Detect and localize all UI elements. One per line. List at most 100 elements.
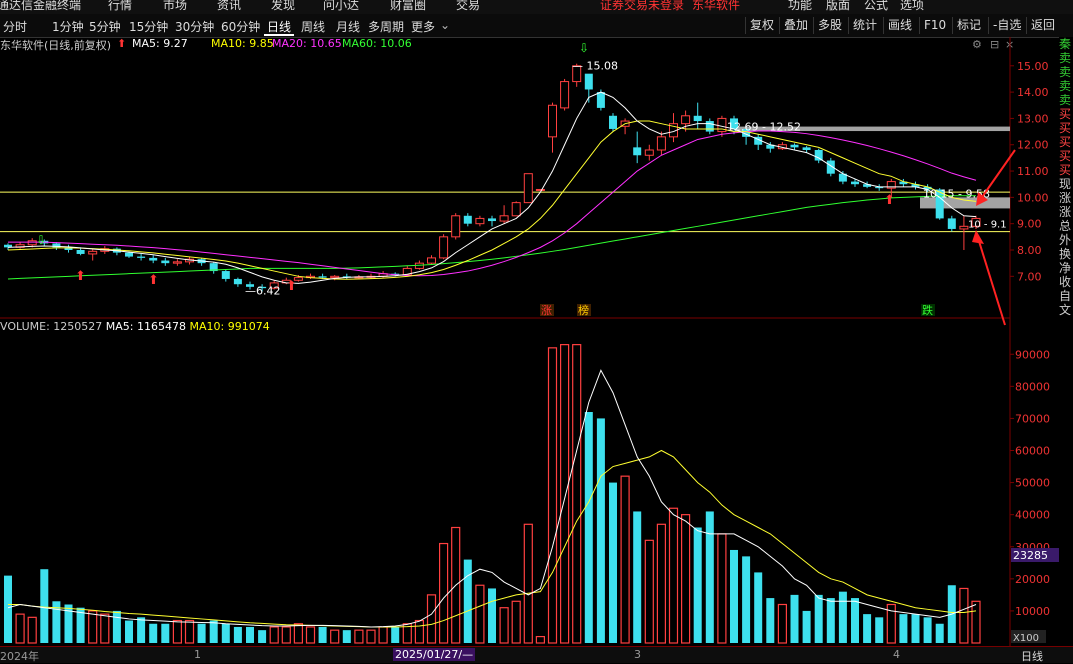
sidebar-label: 买 xyxy=(1059,149,1072,163)
volume-bar xyxy=(15,613,25,644)
volume-bar xyxy=(342,630,351,643)
volume-bar xyxy=(668,507,679,644)
sidebar-label: 卖 xyxy=(1059,79,1072,93)
volume-tick-label: 50000 xyxy=(1015,477,1050,490)
volume-bar xyxy=(258,630,267,643)
candle-body xyxy=(330,275,340,279)
buy-arrow-icon: ⬆ xyxy=(884,193,895,208)
volume-bar xyxy=(656,523,667,644)
candle-body xyxy=(499,215,509,222)
volume-bar xyxy=(826,598,835,643)
candle-body xyxy=(76,250,85,254)
price-tick-label: 13.00 xyxy=(1017,112,1049,125)
volume-bar xyxy=(426,594,437,644)
candle-body xyxy=(681,115,691,125)
sidebar-label: 卖 xyxy=(1059,93,1072,107)
candle-body xyxy=(705,121,714,132)
candle-body xyxy=(233,278,242,285)
volume-bar xyxy=(644,539,654,644)
sidebar-label: 卖 xyxy=(1059,51,1072,65)
volume-bar xyxy=(197,623,206,643)
date-cursor-label: 2025/01/27/— xyxy=(393,648,476,661)
volume-bar xyxy=(742,556,751,643)
volume-bar xyxy=(100,613,110,644)
candle-body xyxy=(172,261,182,264)
sidebar-label: 净 xyxy=(1059,261,1072,275)
volume-bar xyxy=(161,623,170,643)
price-tick-label: 10.00 xyxy=(1017,191,1049,204)
volume-bar xyxy=(620,475,630,644)
candle-body xyxy=(427,257,436,264)
candle-body xyxy=(149,257,158,261)
volume-bar xyxy=(875,617,884,643)
volume-bar xyxy=(88,610,98,644)
volume-bar xyxy=(959,587,969,644)
volume-bar xyxy=(511,600,521,644)
volume-bar xyxy=(705,511,714,643)
price-tick-label: 12.00 xyxy=(1017,139,1049,152)
volume-bar xyxy=(790,594,799,643)
die-marker: 跌 xyxy=(922,303,933,317)
candle-body xyxy=(596,92,605,108)
candle-body xyxy=(644,149,654,156)
volume-bar xyxy=(863,614,872,643)
volume-bar xyxy=(535,635,546,644)
volume-bar xyxy=(233,626,242,643)
kline-chart[interactable]: 15.00 14.00 13.00 12.00 11.00 10.00 9.00 8.00 7.… xyxy=(0,0,1073,662)
volume-bar xyxy=(547,347,558,644)
volume-bar xyxy=(27,616,37,644)
candle-body xyxy=(584,73,593,90)
month-label: 3 xyxy=(634,648,641,661)
candle-body xyxy=(439,236,449,259)
volume-bar xyxy=(559,344,570,644)
candle-body xyxy=(802,147,811,150)
ma5-line xyxy=(7,91,977,284)
volume-bar xyxy=(899,614,908,643)
volume-bar xyxy=(851,598,859,643)
candle-body xyxy=(656,136,666,151)
volume-bar xyxy=(499,607,509,644)
volume-bar xyxy=(305,626,316,644)
candle-body xyxy=(511,202,521,217)
volume-bar xyxy=(475,584,485,644)
volume-bar xyxy=(137,617,146,643)
volume-bar xyxy=(221,623,230,643)
volume-scale-label: X100 xyxy=(1013,633,1039,644)
month-label: 4 xyxy=(893,648,900,661)
volume-bar xyxy=(149,623,158,643)
candle-body xyxy=(851,181,859,185)
volume-tick-label: 40000 xyxy=(1015,509,1050,522)
volume-bar xyxy=(609,482,617,643)
volume-bar xyxy=(802,610,811,643)
date-axis-bar: 2024年 1 2025/01/27/— 3 4 日线 xyxy=(0,646,1073,663)
candle-body xyxy=(463,215,472,224)
volume-bar xyxy=(269,626,279,644)
sidebar-label: 收 xyxy=(1059,275,1072,289)
sidebar-label: 换 xyxy=(1059,247,1072,261)
candle-body xyxy=(27,240,37,246)
sell-arrow-icon: ⇩ xyxy=(579,41,589,55)
candle-body xyxy=(790,144,799,148)
volume-bar xyxy=(40,569,49,643)
sidebar-label: 文 xyxy=(1059,303,1072,317)
candle-body xyxy=(475,217,485,225)
sidebar-label: 涨 xyxy=(1059,205,1072,219)
sidebar-label: 自 xyxy=(1059,289,1072,303)
sidebar-label: 外 xyxy=(1059,233,1072,247)
candle-body xyxy=(947,218,956,229)
sidebar-label: 秦 xyxy=(1059,37,1072,51)
volume-tick-label: 80000 xyxy=(1015,380,1050,393)
volume-bar xyxy=(184,619,195,644)
pointer-arrow-icon xyxy=(977,237,1006,326)
volume-bar xyxy=(923,617,932,643)
volume-bar xyxy=(680,514,691,644)
volume-bar xyxy=(414,619,424,644)
sidebar-label: 卖 xyxy=(1059,65,1072,79)
sell-arrow-icon: ⇩ xyxy=(36,233,46,247)
zhang-marker: 涨 xyxy=(541,304,552,317)
price-tick-label: 14.00 xyxy=(1017,86,1049,99)
volume-bar xyxy=(172,619,182,644)
candle-body xyxy=(548,104,557,138)
volume-bar xyxy=(633,511,642,643)
buy-arrow-icon: ⬆ xyxy=(286,279,297,294)
